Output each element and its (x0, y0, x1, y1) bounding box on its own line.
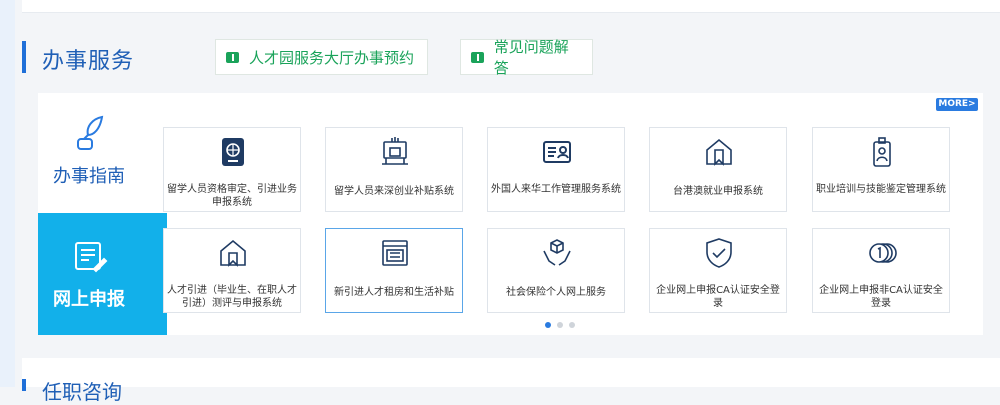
service-card[interactable]: 留学人员资格审定、引进业务申报系统 (163, 127, 301, 212)
online-tab-label: 网上申报 (53, 289, 125, 310)
left-strip (0, 0, 15, 387)
appointment-link-label: 人才园服务大厅办事预约 (249, 48, 415, 67)
hands-box-icon (543, 239, 571, 266)
faq-link[interactable]: 常见问题解答 (460, 38, 593, 77)
bookmark-house-icon (706, 138, 732, 166)
service-card-label: 外国人来华工作管理服务系统 (491, 184, 621, 195)
badge-person-icon (873, 137, 891, 167)
shield-check-icon (706, 238, 732, 268)
service-card-label: 企业网上申报非CA认证安全登录 (819, 285, 943, 309)
service-card-label: 职业培训与技能鉴定管理系统 (816, 184, 946, 195)
section-marker (22, 41, 26, 73)
service-card-label: 人才引进（毕业生、在职人才引进）测评与申报系统 (167, 285, 297, 309)
service-card[interactable]: 企业网上申报CA认证安全登录 (649, 228, 787, 313)
next-section-title: 任职咨询 (42, 380, 122, 404)
flag-icon (471, 51, 484, 63)
service-card[interactable]: 社会保险个人网上服务 (487, 228, 625, 313)
service-card[interactable]: 台港澳就业申报系统 (649, 127, 787, 212)
service-card[interactable]: 外国人来华工作管理服务系统 (487, 127, 625, 212)
pager-dot[interactable] (569, 322, 575, 328)
service-card-label: 留学人员资格审定、引进业务申报系统 (167, 184, 297, 208)
pager-dot[interactable] (545, 322, 551, 328)
next-section (22, 358, 1000, 387)
service-card-label: 新引进人才租房和生活补贴 (334, 287, 454, 298)
browser-window-icon (382, 240, 408, 266)
service-card-label: 台港澳就业申报系统 (673, 186, 763, 197)
id-card-icon (543, 141, 571, 163)
service-card[interactable]: 留学人员来深创业补贴系统 (325, 127, 463, 212)
guide-tab[interactable]: 办事指南 (38, 93, 168, 213)
house-bookmark-icon (220, 239, 246, 267)
service-card-label: 留学人员来深创业补贴系统 (334, 186, 454, 197)
faq-link-label: 常见问题解答 (493, 38, 569, 77)
guide-tab-label: 办事指南 (53, 166, 125, 187)
coins-one-icon (869, 243, 897, 263)
section-title: 办事服务 (42, 49, 135, 74)
next-section-marker (22, 379, 26, 391)
pager-dot[interactable] (557, 322, 563, 328)
flag-icon (226, 51, 239, 63)
service-card[interactable]: 企业网上申报非CA认证安全登录 (812, 228, 950, 313)
top-section-edge (22, 0, 1000, 13)
monitor-podium-icon (382, 137, 408, 165)
service-card[interactable]: 职业培训与技能鉴定管理系统 (812, 127, 950, 212)
online-tab[interactable]: 网上申报 (38, 213, 167, 335)
form-edit-icon (75, 242, 108, 273)
service-card[interactable]: 新引进人才租房和生活补贴 (325, 228, 463, 313)
passport-globe-icon (222, 138, 244, 166)
appointment-link[interactable]: 人才园服务大厅办事预约 (215, 39, 428, 75)
service-card[interactable]: 人才引进（毕业生、在职人才引进）测评与申报系统 (163, 228, 301, 313)
quill-icon (77, 115, 104, 150)
carousel-pager (545, 322, 575, 328)
service-card-label: 社会保险个人网上服务 (506, 287, 606, 298)
more-button[interactable]: MORE> (936, 98, 978, 111)
service-card-label: 企业网上申报CA认证安全登录 (656, 285, 780, 309)
